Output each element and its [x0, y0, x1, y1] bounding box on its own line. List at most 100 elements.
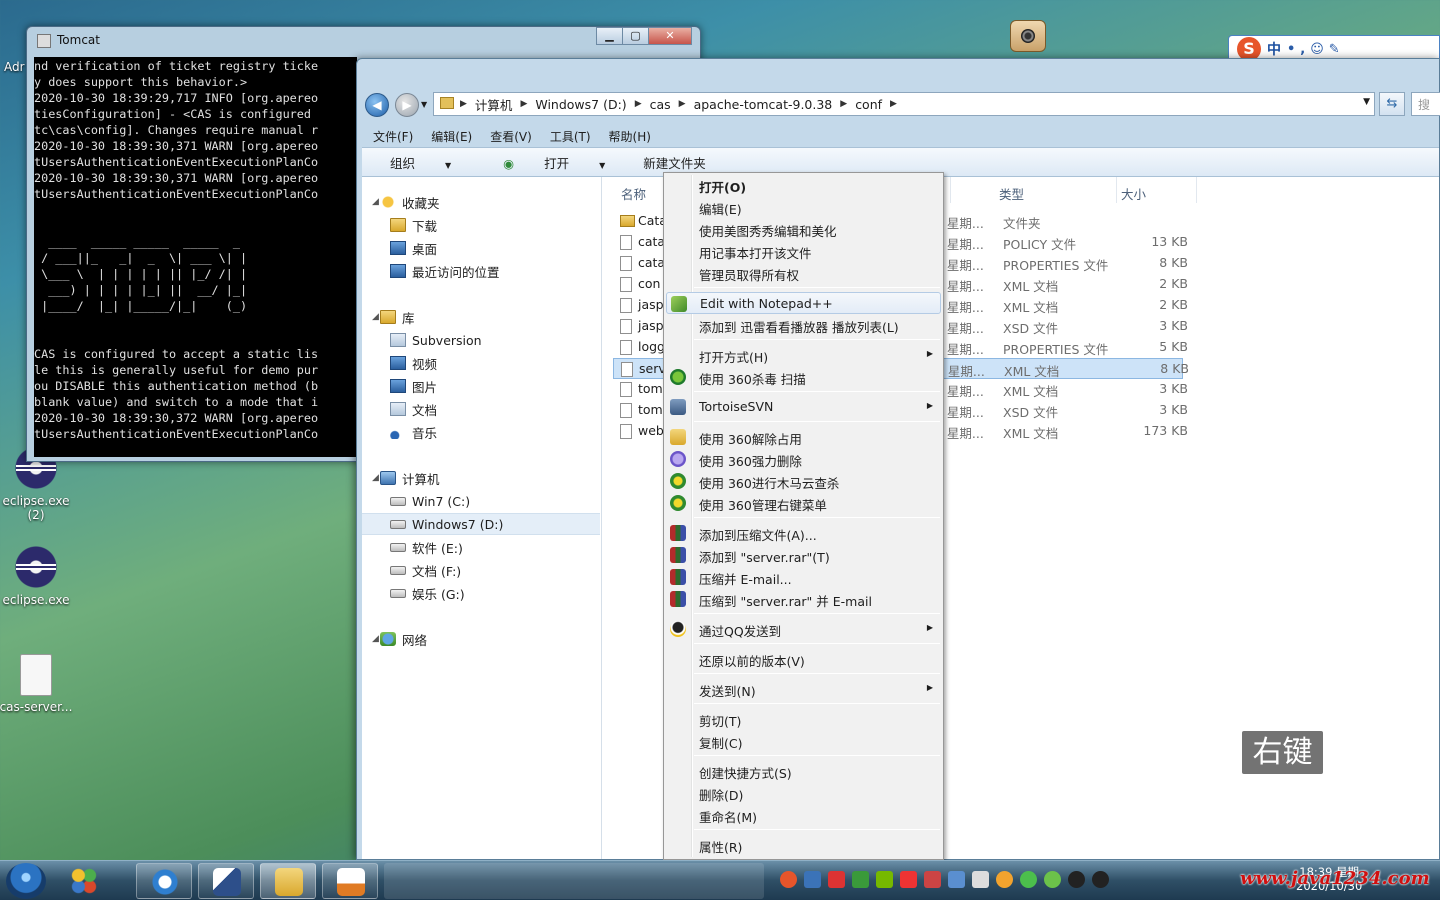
breadcrumb-item[interactable]: 计算机	[475, 95, 513, 114]
menu-item[interactable]: 编辑(E)	[421, 125, 480, 147]
expand-icon[interactable]: ◢	[372, 634, 379, 644]
expand-icon[interactable]: ◢	[372, 197, 379, 207]
context-menu-item[interactable]: 还原以前的版本(V)	[666, 648, 941, 670]
context-menu-item[interactable]: 使用 360进行木马云查杀	[666, 470, 941, 492]
breadcrumb-item[interactable]: apache-tomcat-9.0.38	[694, 97, 833, 112]
context-menu-item[interactable]: 使用 360管理右键菜单	[666, 492, 941, 514]
organize-button[interactable]: 组织 ▼	[362, 153, 475, 172]
context-menu-item[interactable]: 压缩到 "server.rar" 并 E-mail	[666, 588, 941, 610]
context-menu-item[interactable]: 重命名(M)	[666, 804, 941, 826]
expand-icon[interactable]: ◢	[372, 473, 379, 483]
start-button[interactable]	[6, 863, 46, 899]
search-input[interactable]: 搜	[1411, 92, 1440, 116]
nav-item[interactable]: 最近访问的位置	[362, 260, 600, 282]
shield-tray-icon[interactable]	[852, 871, 869, 888]
context-menu-item[interactable]: 创建快捷方式(S)	[666, 760, 941, 782]
address-bar[interactable]: ▶ 计算机 ▶ Windows7 (D:) ▶ cas ▶ apache-tomcat-9.…	[433, 92, 1375, 116]
nav-item[interactable]: Windows7 (D:)	[362, 513, 600, 535]
nvidia-tray-icon[interactable]	[876, 871, 893, 888]
nav-item[interactable]: 图片	[362, 375, 600, 397]
taskbar-app-browser[interactable]	[136, 863, 192, 899]
breadcrumb-item[interactable]: cas	[650, 97, 671, 112]
console-titlebar[interactable]: Tomcat ▁ ▢ ✕	[27, 27, 700, 55]
context-menu-item[interactable]: Edit with Notepad++	[666, 292, 941, 314]
chevron-right-icon[interactable]: ▶	[679, 99, 686, 109]
desktop-icon-cas-server[interactable]: cas-server...	[0, 654, 74, 714]
menu-item[interactable]: 查看(V)	[480, 125, 540, 147]
taskbar-app-editor[interactable]	[198, 863, 254, 899]
nav-item[interactable]: 下载	[362, 214, 600, 236]
context-menu-item[interactable]: 使用美图秀秀编辑和美化	[666, 218, 941, 240]
chat-tray-icon[interactable]	[1044, 871, 1061, 888]
history-dropdown-icon[interactable]: ▼	[421, 100, 427, 109]
menu-item[interactable]: 文件(F)	[363, 125, 421, 147]
column-header-type[interactable]: 类型	[999, 177, 1117, 203]
context-menu-item[interactable]: 用记事本打开该文件	[666, 240, 941, 262]
desktop-icon-eclipse[interactable]: eclipse.exe	[0, 545, 74, 607]
nav-item[interactable]: 文档 (F:)	[362, 559, 600, 581]
chevron-right-icon[interactable]: ▶	[890, 99, 897, 109]
ime-mode[interactable]: 中	[1267, 39, 1281, 59]
chevron-down-icon[interactable]: ▼	[1363, 97, 1370, 107]
close-button[interactable]: ✕	[648, 27, 692, 45]
minimize-button[interactable]: ▁	[596, 27, 623, 45]
context-menu-item[interactable]: 复制(C)	[666, 730, 941, 752]
taskbar-app-java[interactable]	[322, 863, 378, 899]
context-menu-item[interactable]: 添加到 迅雷看看播放器 播放列表(L)	[666, 314, 941, 336]
windows-tray-icon[interactable]	[972, 871, 989, 888]
nav-item[interactable]: 视频	[362, 352, 600, 374]
context-menu-item[interactable]: 属性(R)	[666, 834, 941, 856]
nav-item[interactable]: ◢ 计算机	[362, 467, 600, 489]
clock-tray-icon[interactable]	[996, 871, 1013, 888]
ime-tools[interactable]: •,☺✎	[1287, 42, 1345, 57]
wechat-tray-icon[interactable]	[1020, 871, 1037, 888]
context-menu-item[interactable]: 压缩并 E-mail...	[666, 566, 941, 588]
nav-item[interactable]: ◢ 收藏夹	[362, 191, 600, 213]
sogou-s-tray-icon[interactable]	[900, 871, 917, 888]
back-button[interactable]: ◀	[365, 93, 389, 117]
expand-icon[interactable]: ◢	[372, 312, 379, 322]
maximize-button[interactable]: ▢	[622, 27, 649, 45]
context-menu-item[interactable]: 打开方式(H) ▶	[666, 344, 941, 366]
context-menu-item[interactable]: 使用 360解除占用	[666, 426, 941, 448]
refresh-button[interactable]: ⇆	[1379, 92, 1405, 116]
nav-item[interactable]: 软件 (E:)	[362, 536, 600, 558]
forward-button[interactable]: ▶	[395, 93, 419, 117]
qq2-tray-icon[interactable]	[1092, 871, 1109, 888]
nav-item[interactable]: ◢ 库	[362, 306, 600, 328]
qq-tray-icon[interactable]	[1068, 871, 1085, 888]
nav-item[interactable]: Win7 (C:)	[362, 490, 600, 512]
nav-item[interactable]: 桌面	[362, 237, 600, 259]
nav-item[interactable]: 娱乐 (G:)	[362, 582, 600, 604]
column-header-size[interactable]: 大小	[1121, 177, 1197, 203]
nav-item[interactable]: Subversion	[362, 329, 600, 351]
camera-icon[interactable]	[1010, 20, 1046, 52]
chevron-right-icon[interactable]: ▶	[635, 99, 642, 109]
context-menu-item[interactable]: 使用 360强力删除	[666, 448, 941, 470]
context-menu-item[interactable]: 使用 360杀毒 扫描	[666, 366, 941, 388]
context-menu-item[interactable]: 添加到压缩文件(A)...	[666, 522, 941, 544]
chevron-right-icon[interactable]: ▶	[840, 99, 847, 109]
context-menu-item[interactable]: TortoiseSVN ▶	[666, 396, 941, 418]
context-menu-item[interactable]: 管理员取得所有权	[666, 262, 941, 284]
context-menu-item[interactable]: 添加到 "server.rar"(T)	[666, 544, 941, 566]
calendar-tray-icon[interactable]	[828, 871, 845, 888]
open-button[interactable]: ◉ 打开 ▼	[475, 153, 629, 172]
cube-tray-icon[interactable]	[804, 871, 821, 888]
context-menu-item[interactable]: 通过QQ发送到 ▶	[666, 618, 941, 640]
nav-item[interactable]: 音乐	[362, 421, 600, 443]
taskbar-app-360[interactable]	[56, 863, 112, 899]
breadcrumb-item[interactable]: conf	[855, 97, 882, 112]
context-menu-item[interactable]: 剪切(T)	[666, 708, 941, 730]
network-tray-icon[interactable]	[948, 871, 965, 888]
new-folder-button[interactable]: 新建文件夹	[629, 153, 718, 172]
taskbar-app-explorer[interactable]	[260, 863, 316, 899]
context-menu-item[interactable]: 编辑(E)	[666, 196, 941, 218]
menu-item[interactable]: 帮助(H)	[599, 125, 659, 147]
chevron-right-icon[interactable]: ▶	[520, 99, 527, 109]
context-menu-item[interactable]: 发送到(N) ▶	[666, 678, 941, 700]
context-menu-item[interactable]: 删除(D)	[666, 782, 941, 804]
sogou-tray-icon[interactable]	[780, 871, 797, 888]
nav-item[interactable]: 文档	[362, 398, 600, 420]
mail-tray-icon[interactable]	[924, 871, 941, 888]
